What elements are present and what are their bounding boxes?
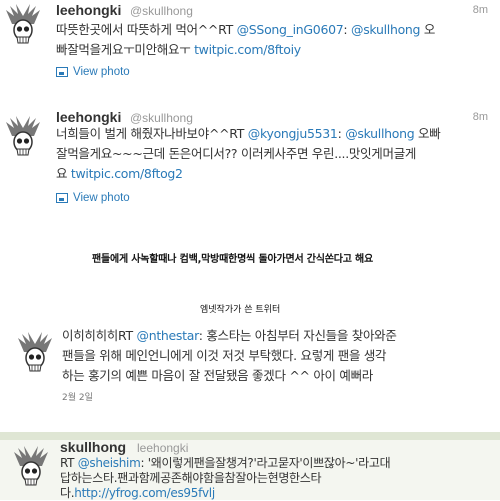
mention-link[interactable]: @sheishim	[78, 456, 141, 470]
tweet-text: 다.	[60, 486, 75, 500]
tweet-text: : '왜이렇게팬을잘챙겨?'라고묻자'이쁘잖아~'라고대	[140, 456, 391, 470]
twitpic-link[interactable]: twitpic.com/8ftog2	[71, 166, 183, 181]
tweet-handle[interactable]: @skullhong	[130, 111, 193, 125]
view-photo-label: View photo	[73, 66, 130, 78]
tweet-text: 팬들을 위해 메인언니에게 이것 저것 부탁했다. 요렇게 팬을 생각	[62, 348, 387, 363]
tweet-text: 오빠	[414, 126, 441, 141]
tweet-text: : 홍스타는 아침부터 자신들을 찾아와준	[198, 328, 397, 343]
tweet-text: 따뜻한곳에서 따뜻하게 먹어^^RT	[56, 22, 237, 37]
tweet-username[interactable]: leehongki	[56, 109, 121, 125]
tweet-text: 빠잘먹을게요ㅜ미안해요ㅜ	[56, 42, 195, 57]
photo-icon	[56, 66, 68, 77]
twitpic-link[interactable]: twitpic.com/8ftoiy	[194, 42, 301, 57]
tweet-text: 너희들이 벌게 해줬자나바보야^^RT	[56, 126, 248, 141]
tweet-body: 너희들이 벌게 해줬자나바보야^^RT @kyongju5531: @skull…	[56, 124, 441, 184]
tweet-1: leehongki @skullhong 8m 따뜻한곳에서 따뜻하게 먹어^^…	[0, 0, 500, 90]
tweet-handle[interactable]: leehongki	[137, 441, 188, 455]
tweet-4-frame: skullhong leehongki RT @sheishim: '왜이렇게팬…	[0, 432, 500, 500]
tweet-text: 이히히히히RT	[62, 328, 137, 343]
mention-link[interactable]: @skullhong	[351, 22, 420, 37]
avatar-skull-wings-icon[interactable]	[16, 330, 54, 376]
avatar-skull-wings-icon[interactable]	[4, 114, 42, 160]
tweet-username[interactable]: skullhong	[60, 439, 126, 455]
view-photo-label: View photo	[73, 192, 130, 204]
tweet-text: 답하는스타.팬과함께공존해야함을참잘아는현명한스타	[60, 471, 322, 485]
tweet-text: 요	[56, 166, 71, 181]
photo-icon	[56, 192, 68, 203]
caption-sub: 엠넷작가가 쓴 트위터	[200, 305, 281, 315]
tweet-3: 이히히히히RT @nthestar: 홍스타는 아침부터 자신들을 찾아와준 팬…	[0, 322, 500, 432]
tweet-date[interactable]: 2월 2일	[62, 390, 93, 403]
yfrog-link[interactable]: http://yfrog.com/es95fvlj	[74, 486, 215, 500]
mention-link[interactable]: @skullhong	[345, 126, 414, 141]
view-photo-link[interactable]: View photo	[56, 192, 130, 204]
tweet-handle[interactable]: @skullhong	[130, 4, 193, 18]
tweet-text: 오	[420, 22, 436, 37]
tweet-body: RT @sheishim: '왜이렇게팬을잘챙겨?'라고묻자'이쁘잖아~'라고대…	[60, 456, 391, 501]
tweet-timestamp[interactable]: 8m	[473, 4, 488, 16]
caption-main: 팬들에게 사녹할때나 컴백,막방때한명씩 돌아가면서 간식쏜다고 해요	[92, 254, 374, 265]
avatar-skull-wings-icon[interactable]	[12, 444, 50, 490]
avatar-skull-wings-icon[interactable]	[4, 2, 42, 48]
tweet-username[interactable]: leehongki	[56, 2, 121, 18]
tweet-body: 이히히히히RT @nthestar: 홍스타는 아침부터 자신들을 찾아와준 팬…	[62, 326, 397, 386]
tweet-text: :	[343, 22, 352, 37]
tweet-timestamp[interactable]: 8m	[473, 111, 488, 123]
view-photo-link[interactable]: View photo	[56, 66, 130, 78]
tweet-body: 따뜻한곳에서 따뜻하게 먹어^^RT @SSong_inG0607: @skul…	[56, 20, 435, 60]
mention-link[interactable]: @nthestar	[137, 328, 200, 343]
mention-link[interactable]: @SSong_inG0607	[237, 22, 344, 37]
tweet-text: RT	[60, 456, 78, 470]
mention-link[interactable]: @kyongju5531	[248, 126, 338, 141]
tweet-2: leehongki @skullhong 8m 너희들이 벌게 해줬자나바보야^…	[0, 104, 500, 214]
tweet-text: 잘먹을게요~~~근데 돈은어디서?? 이러케사주면 우린....맛잇게머글게	[56, 146, 417, 161]
tweet-text: 하는 홍기의 예쁜 마음이 잘 전달됐음 좋겠다 ^^ 아이 예뻐라	[62, 368, 374, 383]
